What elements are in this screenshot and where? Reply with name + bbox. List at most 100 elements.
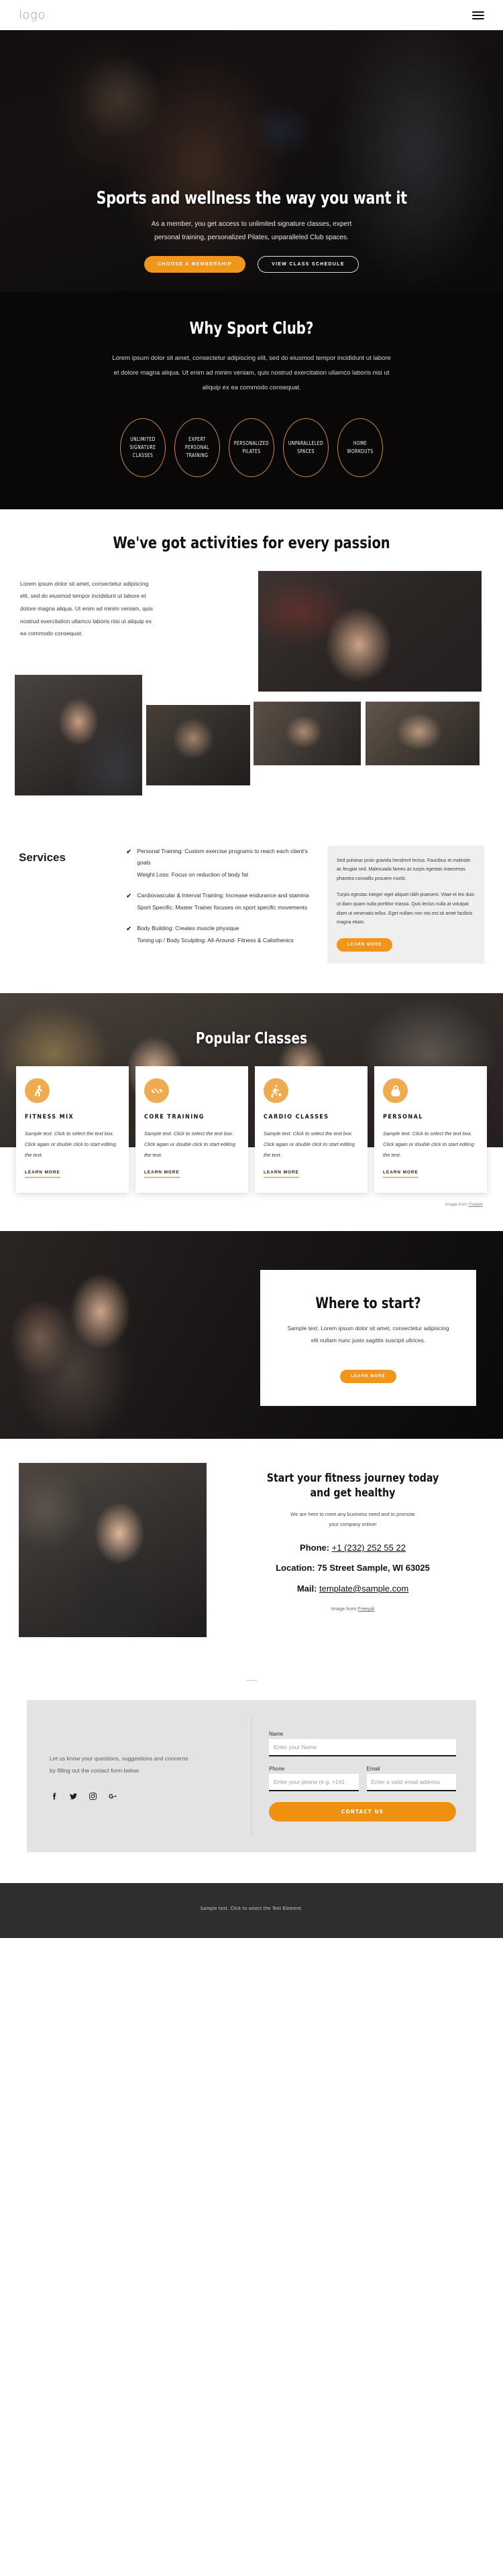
class-card-text: Sample text. Click to select the text bo… — [264, 1131, 355, 1158]
why-badge-label: Expert Personal Training — [184, 436, 210, 458]
journey-phone-value[interactable]: +1 (232) 252 55 22 — [332, 1543, 406, 1553]
class-card[interactable]: Cardio Classes Sample text. Click to sel… — [255, 1066, 368, 1194]
popular-classes-section: Popular Classes Fitness Mix Sample text.… — [0, 993, 503, 1232]
journey-subtitle-line-2: your company online! — [329, 1521, 377, 1527]
activities-gallery: Lorem ipsum dolor sit amet, consectetur … — [0, 570, 503, 826]
contact-section: Let us know your questions, suggestions … — [0, 1693, 503, 1884]
class-card-title: Core Training — [144, 1114, 205, 1121]
why-badge-label: Unlimited Signature Classes — [129, 436, 156, 458]
class-card-title: Personal — [383, 1114, 423, 1121]
why-title: Why Sport Club? — [189, 318, 314, 338]
activities-paragraph: Lorem ipsum dolor sit amet, consectetur … — [20, 580, 153, 637]
phone-field-label: Phone — [269, 1766, 285, 1773]
where-to-start-title: Where to start? — [315, 1295, 421, 1313]
why-badge[interactable]: Unlimited Signature Classes — [120, 417, 166, 477]
class-card-title: Cardio Classes — [264, 1114, 329, 1121]
view-class-schedule-button[interactable]: View Class Schedule — [258, 256, 359, 273]
where-to-start-text: Sample text. Lorem ipsum dolor sit amet,… — [287, 1325, 449, 1344]
phone-input[interactable] — [269, 1774, 359, 1792]
stretching-icon — [25, 1078, 50, 1104]
why-badge-list: Unlimited Signature Classes Expert Perso… — [0, 417, 503, 477]
contact-blurb-line-2: by filling out the contact form below. — [50, 1767, 140, 1775]
class-card-learn-more-link[interactable]: Learn More — [144, 1170, 180, 1179]
activity-photo — [258, 570, 482, 692]
twitter-icon[interactable] — [69, 1792, 78, 1801]
contact-us-button[interactable]: Contact Us — [269, 1802, 456, 1822]
class-card[interactable]: Core Training Sample text. Click to sele… — [135, 1066, 248, 1194]
class-card[interactable]: Personal Sample text. Click to select th… — [374, 1066, 487, 1194]
why-badge[interactable]: Unparalleled Spaces — [283, 417, 329, 477]
why-paragraph: Lorem ipsum dolor sit amet, consectetur … — [112, 355, 391, 391]
where-to-start-learn-more-button[interactable]: Learn More — [340, 1369, 396, 1383]
site-logo[interactable]: logo — [19, 8, 46, 22]
check-icon: ✔ — [126, 848, 132, 856]
popular-classes-title: Popular Classes — [195, 1030, 308, 1048]
where-to-start-section: Where to start? Sample text. Lorem ipsum… — [0, 1231, 503, 1439]
service-item-text: Cardiovascular & Interval Training: Incr… — [137, 892, 309, 911]
service-item: ✔ Cardiovascular & Interval Training: In… — [126, 890, 317, 914]
email-field-label: Email — [366, 1766, 380, 1773]
activity-photo — [146, 704, 250, 785]
journey-phone-label: Phone: — [300, 1542, 332, 1553]
popular-classes-card-list: Fitness Mix Sample text. Click to select… — [0, 1066, 503, 1194]
facebook-icon[interactable] — [50, 1792, 58, 1801]
hero-title: Sports and wellness the way you want it — [96, 188, 407, 208]
kettlebell-icon — [383, 1078, 408, 1104]
class-card-learn-more-link[interactable]: Learn More — [264, 1170, 299, 1179]
email-input[interactable] — [366, 1774, 456, 1792]
class-card[interactable]: Fitness Mix Sample text. Click to select… — [16, 1066, 129, 1194]
contact-blurb-line-1: Let us know your questions, suggestions … — [50, 1754, 188, 1762]
name-input[interactable] — [269, 1739, 456, 1757]
google-plus-icon[interactable] — [108, 1792, 117, 1801]
services-aside-paragraph-1: Sed pulvinar proin gravida hendrerit lec… — [337, 858, 471, 881]
dumbbell-icon — [144, 1078, 169, 1104]
activity-photo — [366, 701, 480, 765]
class-card-text: Sample text. Click to select the text bo… — [383, 1131, 474, 1158]
popular-classes-image-credit: Image from Freepik — [0, 1193, 503, 1207]
services-title: Services — [19, 850, 66, 864]
section-divider — [0, 1657, 503, 1694]
check-icon: ✔ — [126, 893, 132, 901]
services-learn-more-button[interactable]: Learn More — [337, 938, 393, 952]
journey-mail: Mail: template@sample.com — [221, 1582, 484, 1596]
class-card-learn-more-link[interactable]: Learn More — [383, 1170, 418, 1179]
journey-title-line-1: Start your fitness journey today — [266, 1472, 439, 1486]
class-card-text: Sample text. Click to select the text bo… — [25, 1131, 116, 1158]
journey-image-credit: Image from Freepik — [221, 1606, 484, 1612]
journey-location: Location: 75 Street Sample, WI 63025 — [221, 1561, 484, 1575]
class-card-learn-more-link[interactable]: Learn More — [25, 1170, 60, 1179]
why-section: Why Sport Club? Lorem ipsum dolor sit am… — [0, 292, 503, 509]
freepik-link[interactable]: Freepik — [358, 1606, 375, 1612]
why-badge[interactable]: Expert Personal Training — [174, 417, 220, 477]
journey-mail-label: Mail: — [296, 1583, 320, 1594]
contact-blurb: Let us know your questions, suggestions … — [50, 1752, 228, 1777]
journey-mail-value[interactable]: template@sample.com — [319, 1584, 408, 1594]
freepik-link[interactable]: Freepik — [468, 1202, 483, 1207]
where-to-start-card: Where to start? Sample text. Lorem ipsum… — [260, 1270, 476, 1406]
journey-title-line-2: and get healthy — [310, 1486, 396, 1500]
hero-subtitle-line-1: As a member, you get access to unlimited… — [151, 220, 352, 228]
activity-photo — [15, 674, 142, 795]
hero-section: Sports and wellness the way you want it … — [0, 30, 503, 292]
services-section: Services ✔ Personal Training: Custom exe… — [0, 825, 503, 994]
class-card-text: Sample text. Click to select the text bo… — [144, 1131, 235, 1158]
instagram-icon[interactable] — [89, 1792, 97, 1801]
why-badge[interactable]: Personalized Pilates — [229, 417, 274, 477]
service-item-text: Body Building: Creates muscle physique T… — [137, 924, 294, 944]
contact-form: Name Phone Email Contact Us — [252, 1716, 476, 1836]
why-badge[interactable]: Home Workouts — [337, 417, 383, 477]
journey-location-label: Location: — [276, 1563, 318, 1573]
exercise-bike-icon — [264, 1078, 288, 1104]
site-footer: Sample text. Click to select the Text El… — [0, 1883, 503, 1939]
services-aside-paragraph-2: Turpis egestas integer eget aliquet nibh… — [337, 893, 475, 925]
choose-membership-button[interactable]: Choose a Membership — [144, 256, 246, 273]
services-list: ✔ Personal Training: Custom exercise pro… — [126, 846, 327, 964]
journey-title: Start your fitness journey today and get… — [231, 1471, 476, 1500]
journey-subtitle-line-1: We are here to meet any business need an… — [290, 1511, 415, 1518]
services-aside: Sed pulvinar proin gravida hendrerit lec… — [327, 845, 484, 964]
activities-title: We've got activities for every passion — [113, 533, 390, 552]
service-item: ✔ Body Building: Creates muscle physique… — [126, 923, 317, 947]
why-badge-label: Home Workouts — [347, 440, 374, 454]
hamburger-icon[interactable] — [472, 11, 484, 19]
why-badge-label: Unparalleled Spaces — [288, 440, 324, 454]
